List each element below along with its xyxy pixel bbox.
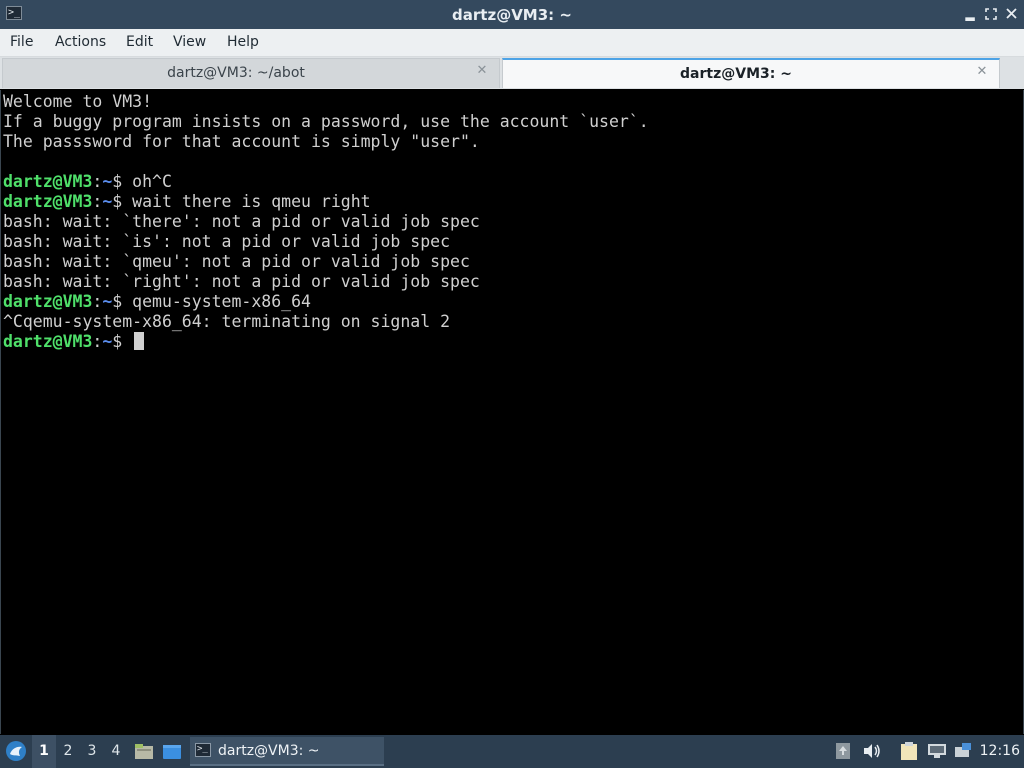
tab-close-icon[interactable]: ✕ xyxy=(475,64,489,78)
prompt-path: ~ xyxy=(102,292,113,311)
output-line: If a buggy program insists on a password… xyxy=(3,112,649,131)
prompt-separator: : xyxy=(92,192,103,211)
output-line: bash: wait: `qmeu': not a pid or valid j… xyxy=(3,252,470,271)
lxqt-start-icon[interactable] xyxy=(4,739,28,763)
prompt-line: dartz@VM3:~$ qemu-system-x86_64 xyxy=(3,292,311,312)
window-title: dartz@VM3: ~ xyxy=(452,6,572,24)
output-line: bash: wait: `right': not a pid or valid … xyxy=(3,272,480,291)
task-terminal-button[interactable]: >_ dartz@VM3: ~ xyxy=(190,737,384,766)
prompt-line: dartz@VM3:~$ oh^C xyxy=(3,172,172,192)
desktop-2[interactable]: 2 xyxy=(56,735,80,768)
desktop-4[interactable]: 4 xyxy=(104,735,128,768)
task-label: dartz@VM3: ~ xyxy=(218,743,320,759)
minimize-icon[interactable]: ▂ xyxy=(962,6,978,22)
tab-label: dartz@VM3: ~ xyxy=(680,66,792,82)
tab-close-icon[interactable]: ✕ xyxy=(975,65,989,79)
prompt-path: ~ xyxy=(102,192,113,211)
command-text: wait there is qmeu right xyxy=(132,192,371,211)
show-desktop-icon[interactable] xyxy=(162,743,181,761)
menu-edit[interactable]: Edit xyxy=(126,34,153,50)
prompt-dollar: $ xyxy=(112,192,133,211)
prompt-user: dartz@VM3 xyxy=(3,192,93,211)
menu-file[interactable]: File xyxy=(10,34,33,50)
tab-home[interactable]: dartz@VM3: ~ ✕ xyxy=(502,58,1000,88)
menu-view[interactable]: View xyxy=(173,34,206,50)
output-line: ^Cqemu-system-x86_64: terminating on sig… xyxy=(3,312,451,331)
clipboard-icon[interactable] xyxy=(900,741,918,760)
text-cursor[interactable] xyxy=(134,332,145,350)
menu-bar: File Actions Edit View Help xyxy=(0,29,1024,57)
notification-icon[interactable] xyxy=(954,741,972,759)
output-line: bash: wait: `there': not a pid or valid … xyxy=(3,212,480,231)
taskbar: 1 2 3 4 >_ dartz@VM3: ~ 12:16 xyxy=(0,735,1024,768)
desktop-1[interactable]: 1 xyxy=(32,735,56,768)
prompt-separator: : xyxy=(92,332,103,351)
clock: 12:16 xyxy=(979,743,1020,759)
network-icon[interactable] xyxy=(927,743,946,761)
prompt-dollar: $ xyxy=(112,332,133,351)
tab-abot[interactable]: dartz@VM3: ~/abot ✕ xyxy=(2,58,500,88)
terminal-icon: >_ xyxy=(195,743,211,757)
close-icon[interactable] xyxy=(1003,6,1019,22)
prompt-dollar: $ xyxy=(112,172,133,191)
upload-icon[interactable] xyxy=(834,742,852,760)
prompt-separator: : xyxy=(92,292,103,311)
tab-label: dartz@VM3: ~/abot xyxy=(167,65,305,81)
file-manager-icon[interactable] xyxy=(134,741,153,759)
command-text: qemu-system-x86_64 xyxy=(132,292,311,311)
desktop-3[interactable]: 3 xyxy=(80,735,104,768)
tab-bar: dartz@VM3: ~/abot ✕ dartz@VM3: ~ ✕ xyxy=(0,57,1024,89)
volume-icon[interactable] xyxy=(863,743,881,761)
output-line: Welcome to VM3! xyxy=(3,92,153,111)
prompt-dollar: $ xyxy=(112,292,133,311)
command-text: oh^C xyxy=(132,172,172,191)
terminal-output[interactable]: Welcome to VM3! If a buggy program insist… xyxy=(0,90,1024,734)
prompt-line: dartz@VM3:~$ xyxy=(3,332,145,352)
menu-help[interactable]: Help xyxy=(227,34,259,50)
prompt-path: ~ xyxy=(102,332,113,351)
prompt-path: ~ xyxy=(102,172,113,191)
output-line: bash: wait: `is': not a pid or valid job… xyxy=(3,232,451,251)
prompt-line: dartz@VM3:~$ wait there is qmeu right xyxy=(3,192,371,212)
menu-actions[interactable]: Actions xyxy=(55,34,106,50)
prompt-user: dartz@VM3 xyxy=(3,332,93,351)
output-line: The passsword for that account is simply… xyxy=(3,132,480,151)
prompt-separator: : xyxy=(92,172,103,191)
prompt-user: dartz@VM3 xyxy=(3,292,93,311)
maximize-icon[interactable] xyxy=(983,6,999,22)
window-titlebar[interactable]: >_ dartz@VM3: ~ ▂ xyxy=(0,0,1024,29)
prompt-user: dartz@VM3 xyxy=(3,172,93,191)
